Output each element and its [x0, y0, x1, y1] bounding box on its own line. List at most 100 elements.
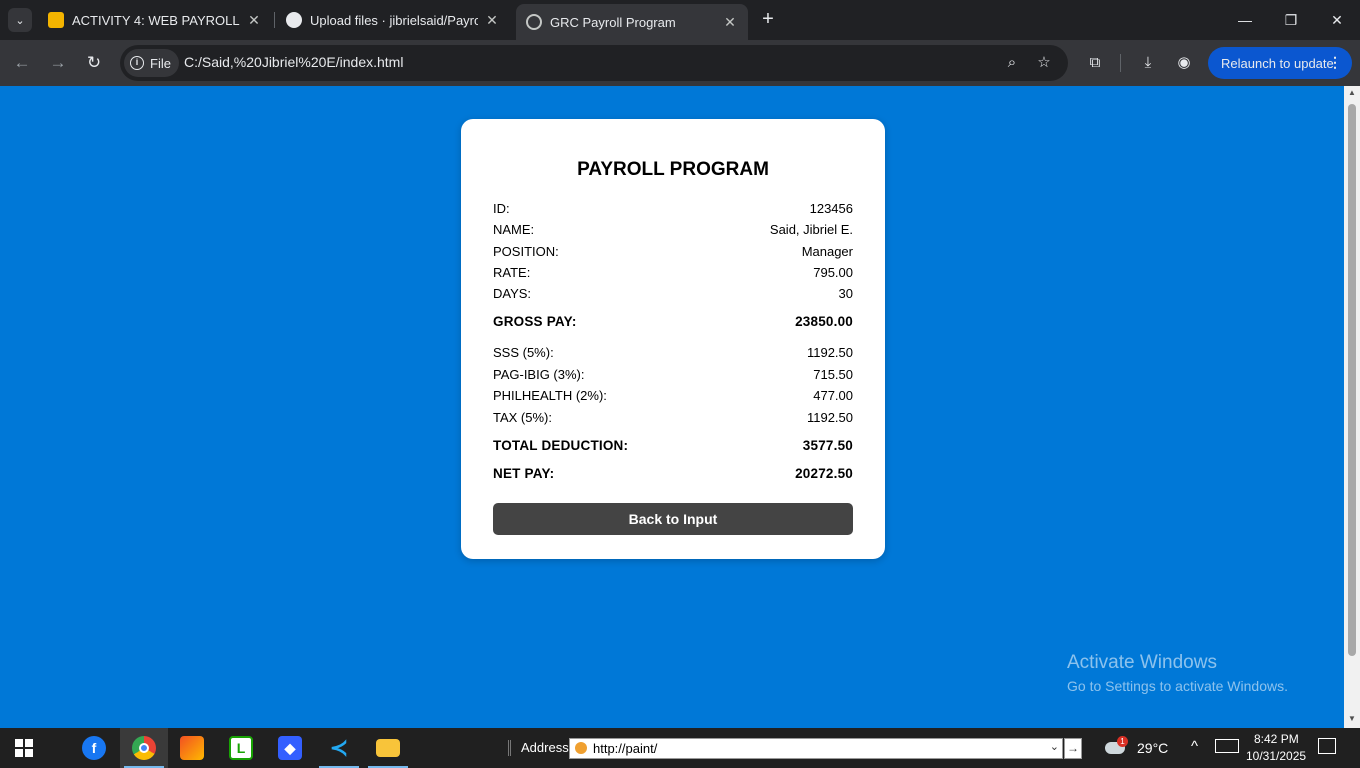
- globe-icon: [526, 14, 542, 30]
- row-value: 795.00: [813, 265, 853, 280]
- bookmark-star-icon[interactable]: ☆: [1034, 53, 1054, 73]
- profile-icon[interactable]: ◉: [1173, 52, 1195, 74]
- vscode-icon: ≺: [329, 735, 349, 760]
- start-button[interactable]: [0, 728, 48, 768]
- row-value: 123456: [809, 201, 853, 216]
- row-label: ID:: [493, 201, 510, 216]
- deduction-value: 715.50: [813, 367, 853, 382]
- show-hidden-icons-icon[interactable]: ^: [1191, 738, 1198, 755]
- row-label: POSITION:: [493, 244, 559, 259]
- github-icon: [286, 12, 302, 28]
- cube-app-icon: [180, 736, 204, 760]
- info-row-rate: RATE: 795.00: [493, 265, 853, 285]
- folder-icon: [376, 739, 400, 757]
- clock-time[interactable]: 8:42 PM: [1254, 732, 1299, 746]
- back-to-input-button[interactable]: Back to Input: [493, 503, 853, 535]
- address-toolbar-input[interactable]: http://paint/ ⌄: [569, 738, 1063, 759]
- url-text[interactable]: C:/Said,%20Jibriel%20E/index.html: [184, 54, 403, 70]
- tab-search-icon[interactable]: ⌄: [8, 8, 32, 32]
- taskbar-roblox[interactable]: ◆: [266, 728, 314, 768]
- taskbar-libreoffice[interactable]: L: [217, 728, 265, 768]
- close-tab-icon[interactable]: ✕: [722, 14, 738, 31]
- scroll-down-icon[interactable]: ▼: [1347, 714, 1357, 723]
- tab-github[interactable]: Upload files · jibrielsaid/Payroll- ✕: [276, 4, 510, 36]
- scrollbar-thumb[interactable]: [1348, 104, 1356, 656]
- forward-arrow-icon[interactable]: →: [46, 51, 70, 75]
- classroom-icon: [48, 12, 64, 28]
- address-bar[interactable]: i File C:/Said,%20Jibriel%20E/index.html…: [120, 45, 1068, 81]
- restore-icon[interactable]: ❐: [1268, 0, 1314, 40]
- roblox-icon: ◆: [278, 736, 302, 760]
- relaunch-button[interactable]: Relaunch to update ⋮: [1208, 47, 1352, 79]
- taskbar-vscode[interactable]: ≺: [315, 728, 363, 768]
- tab-title: GRC Payroll Program: [550, 14, 676, 30]
- weather-widget[interactable]: 1: [1105, 736, 1129, 758]
- taskbar-file-explorer[interactable]: [364, 728, 412, 768]
- tab-grc-payroll[interactable]: GRC Payroll Program ✕: [516, 4, 748, 40]
- close-window-icon[interactable]: ✕: [1314, 0, 1360, 40]
- tab-divider: [274, 12, 275, 28]
- facebook-icon: f: [82, 736, 106, 760]
- row-label: NAME:: [493, 222, 535, 237]
- taskbar-facebook[interactable]: f: [70, 728, 118, 768]
- menu-dots-icon[interactable]: ⋮: [1328, 54, 1342, 71]
- address-toolbar-label: Address: [521, 740, 569, 755]
- total-deduction-label: TOTAL DEDUCTION:: [493, 438, 629, 453]
- total-deduction-row: TOTAL DEDUCTION: 3577.50: [493, 438, 853, 458]
- close-tab-icon[interactable]: ✕: [246, 12, 262, 29]
- reload-icon[interactable]: ↻: [82, 51, 106, 75]
- deduction-row-tax: TAX (5%): 1192.50: [493, 410, 853, 430]
- info-row-days: DAYS: 30: [493, 286, 853, 306]
- chrome-icon: [132, 736, 156, 760]
- toolbar-divider: [1120, 54, 1121, 72]
- net-pay-row: NET PAY: 20272.50: [493, 466, 853, 486]
- info-row-name: NAME: Said, Jibriel E.: [493, 222, 853, 242]
- deduction-label: PHILHEALTH (2%):: [493, 388, 607, 403]
- site-info-chip[interactable]: i File: [124, 49, 179, 77]
- scroll-up-icon[interactable]: ▲: [1347, 88, 1357, 97]
- minimize-icon[interactable]: —: [1222, 0, 1268, 40]
- zoom-icon[interactable]: ⌕: [1002, 53, 1022, 73]
- net-pay-value: 20272.50: [795, 466, 853, 481]
- deduction-row-philhealth: PHILHEALTH (2%): 477.00: [493, 388, 853, 408]
- page-scrollbar[interactable]: ▲ ▼: [1344, 86, 1360, 728]
- download-icon[interactable]: ⤓: [1137, 52, 1159, 74]
- browser-page-icon: [575, 742, 587, 754]
- row-value: 30: [838, 286, 853, 301]
- gross-pay-row: GROSS PAY: 23850.00: [493, 314, 853, 334]
- close-tab-icon[interactable]: ✕: [484, 12, 500, 29]
- watermark-title: Activate Windows: [1067, 652, 1217, 673]
- toolbar-gripper[interactable]: [508, 740, 511, 756]
- windows-taskbar: f L ◆ ≺ Address http://paint/ ⌄ → 1 29°C…: [0, 728, 1360, 768]
- deduction-value: 1192.50: [806, 345, 853, 360]
- total-deduction-value: 3577.50: [802, 438, 853, 453]
- gross-pay-label: GROSS PAY:: [493, 314, 577, 329]
- tab-activity[interactable]: ACTIVITY 4: WEB PAYROLL PROGRAM ✕: [38, 4, 272, 36]
- tab-title: Upload files · jibrielsaid/Payroll-: [310, 12, 478, 28]
- watermark-subtitle: Go to Settings to activate Windows.: [1067, 678, 1288, 694]
- deduction-row-pagibig: PAG-IBIG (3%): 715.50: [493, 367, 853, 387]
- deduction-label: TAX (5%):: [493, 410, 552, 425]
- taskbar-chrome[interactable]: [120, 728, 168, 768]
- deduction-label: SSS (5%):: [493, 345, 554, 360]
- libreoffice-icon: L: [229, 736, 253, 760]
- info-row-position: POSITION: Manager: [493, 244, 853, 264]
- keyboard-icon[interactable]: [1215, 739, 1239, 753]
- go-arrow-icon[interactable]: →: [1064, 738, 1082, 759]
- weather-temperature[interactable]: 29°C: [1137, 740, 1168, 756]
- clock-date[interactable]: 10/31/2025: [1246, 749, 1306, 763]
- notification-icon[interactable]: [1318, 738, 1336, 754]
- info-icon: i: [130, 56, 144, 70]
- tab-strip: ⌄ ACTIVITY 4: WEB PAYROLL PROGRAM ✕ Uplo…: [0, 0, 1360, 40]
- site-chip-label: File: [150, 55, 171, 71]
- extensions-icon[interactable]: ⧉: [1084, 52, 1106, 74]
- windows-logo-icon: [15, 739, 33, 757]
- deduction-value: 1192.50: [806, 410, 853, 425]
- net-pay-label: NET PAY:: [493, 466, 555, 481]
- row-label: DAYS:: [493, 286, 532, 301]
- chevron-down-icon[interactable]: ⌄: [1050, 740, 1059, 753]
- new-tab-icon[interactable]: +: [756, 8, 780, 32]
- taskbar-3d-app[interactable]: [168, 728, 216, 768]
- info-row-id: ID: 123456: [493, 201, 853, 221]
- back-arrow-icon[interactable]: ←: [10, 51, 34, 75]
